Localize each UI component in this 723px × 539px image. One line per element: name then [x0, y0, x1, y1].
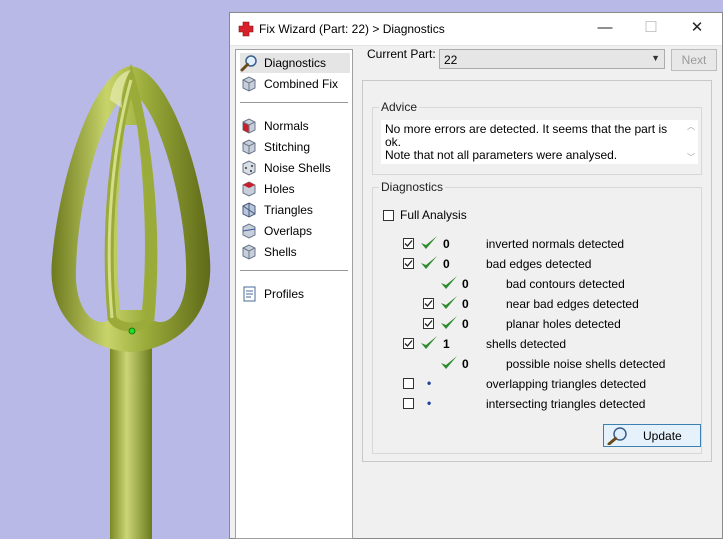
scroll-down-icon: ﹀ — [687, 153, 695, 162]
scroll-up-icon: ︿ — [687, 122, 695, 131]
advice-scrollbar[interactable]: ︿ ﹀ — [684, 120, 698, 164]
planar-holes-count: 0 — [462, 317, 469, 331]
stitching-icon — [242, 139, 256, 155]
magnifier-icon — [240, 55, 257, 72]
update-button-label: Update — [643, 429, 682, 443]
full-analysis-label: Full Analysis — [400, 208, 467, 222]
shells-checkbox[interactable] — [403, 338, 414, 349]
green-check-icon — [421, 256, 437, 269]
diagnostics-legend: Diagnostics — [379, 180, 446, 194]
current-part-select[interactable]: 22 ▼ — [439, 49, 665, 69]
green-check-icon — [441, 276, 457, 289]
sidebar-item-label: Holes — [264, 182, 295, 196]
maximize-button[interactable]: ☐ — [628, 13, 674, 45]
sidebar-item-label: Diagnostics — [264, 56, 327, 70]
full-analysis-checkbox[interactable] — [383, 210, 394, 221]
bad-contours-count: 0 — [462, 277, 469, 291]
shells-label: shells detected — [486, 337, 567, 351]
sidebar-item-label: Normals — [264, 119, 309, 133]
minimize-button[interactable]: — — [582, 13, 628, 45]
title-bar: Fix Wizard (Part: 22) > Diagnostics — ☐ … — [230, 13, 722, 46]
green-check-icon — [441, 316, 457, 329]
red-cross-icon — [238, 21, 254, 37]
advice-line-1: No more errors are detected. It seems th… — [385, 122, 668, 149]
sidebar-item-stitching[interactable]: Stitching — [240, 137, 350, 157]
whisk-model — [51, 63, 211, 539]
checkmark-icon — [424, 320, 433, 327]
checkmark-icon — [404, 260, 413, 267]
advice-legend: Advice — [379, 100, 420, 114]
green-check-icon — [421, 336, 437, 349]
triangles-icon — [242, 202, 256, 218]
checkmark-icon — [404, 340, 413, 347]
sidebar-item-profiles[interactable]: Profiles — [240, 284, 350, 304]
sidebar-divider — [240, 102, 348, 103]
checkmark-icon — [424, 300, 433, 307]
inverted-normals-checkbox[interactable] — [403, 238, 414, 249]
next-button[interactable]: Next — [671, 49, 717, 71]
magnifier-icon — [607, 427, 627, 445]
diagnostics-group: Diagnostics Full Analysis 0 inverted nor… — [372, 180, 702, 454]
intersecting-triangles-label: intersecting triangles detected — [486, 397, 646, 411]
sidebar-item-normals[interactable]: Normals — [240, 116, 350, 136]
sidebar-item-label: Combined Fix — [264, 77, 339, 91]
sidebar-item-combined-fix[interactable]: Combined Fix — [240, 74, 350, 94]
intersecting-triangles-status: • — [427, 396, 432, 410]
current-part-value: 22 — [444, 53, 458, 67]
shells-count: 1 — [443, 337, 450, 351]
near-bad-edges-count: 0 — [462, 297, 469, 311]
near-bad-edges-checkbox[interactable] — [423, 298, 434, 309]
window-title: Fix Wizard (Part: 22) > Diagnostics — [259, 22, 445, 36]
diagnostics-panel: Advice No more errors are detected. It s… — [362, 80, 712, 462]
close-button[interactable]: ✕ — [674, 13, 720, 45]
sidebar-item-triangles[interactable]: Triangles — [240, 200, 350, 220]
near-bad-edges-label: near bad edges detected — [506, 297, 639, 311]
overlapping-triangles-status: • — [427, 376, 432, 390]
intersecting-triangles-checkbox[interactable] — [403, 398, 414, 409]
current-part-label: Current Part: — [367, 47, 436, 61]
noise-shells-label: possible noise shells detected — [506, 357, 666, 371]
overlaps-icon — [242, 223, 256, 239]
checkmark-icon — [404, 240, 413, 247]
bad-contours-label: bad contours detected — [506, 277, 625, 291]
green-check-icon — [441, 296, 457, 309]
noise-shells-icon — [242, 160, 256, 176]
planar-holes-label: planar holes detected — [506, 317, 621, 331]
sidebar-divider — [240, 270, 348, 271]
chevron-down-icon: ▼ — [651, 53, 660, 63]
bad-edges-label: bad edges detected — [486, 257, 592, 271]
wizard-sidebar: Diagnostics Combined Fix Normals Stitchi… — [235, 49, 353, 539]
sidebar-item-label: Profiles — [264, 287, 305, 301]
advice-line-2: Note that not all parameters were analys… — [385, 148, 618, 162]
sidebar-item-label: Triangles — [264, 203, 313, 217]
sidebar-item-shells[interactable]: Shells — [240, 242, 350, 262]
combined-fix-icon — [242, 76, 256, 92]
sidebar-item-overlaps[interactable]: Overlaps — [240, 221, 350, 241]
sidebar-item-diagnostics[interactable]: Diagnostics — [240, 53, 350, 73]
overlapping-triangles-checkbox[interactable] — [403, 378, 414, 389]
sidebar-item-label: Shells — [264, 245, 297, 259]
sidebar-item-label: Overlaps — [264, 224, 313, 238]
planar-holes-checkbox[interactable] — [423, 318, 434, 329]
advice-group: Advice No more errors are detected. It s… — [372, 100, 702, 175]
bad-edges-count: 0 — [443, 257, 450, 271]
sidebar-item-holes[interactable]: Holes — [240, 179, 350, 199]
shells-icon — [242, 244, 256, 260]
inverted-normals-count: 0 — [443, 237, 450, 251]
bad-edges-checkbox[interactable] — [403, 258, 414, 269]
advice-text-box: No more errors are detected. It seems th… — [381, 120, 684, 164]
overlapping-triangles-label: overlapping triangles detected — [486, 377, 647, 391]
inverted-normals-label: inverted normals detected — [486, 237, 625, 251]
holes-icon — [242, 181, 256, 197]
noise-shells-count: 0 — [462, 357, 469, 371]
profiles-icon — [243, 286, 256, 302]
fix-wizard-window: Fix Wizard (Part: 22) > Diagnostics — ☐ … — [229, 12, 723, 539]
sidebar-item-label: Noise Shells — [264, 161, 331, 175]
sidebar-item-noise-shells[interactable]: Noise Shells — [240, 158, 350, 178]
normals-icon — [242, 118, 256, 134]
green-check-icon — [421, 236, 437, 249]
green-check-icon — [441, 356, 457, 369]
sidebar-item-label: Stitching — [264, 140, 311, 154]
update-button[interactable]: Update — [603, 424, 701, 447]
